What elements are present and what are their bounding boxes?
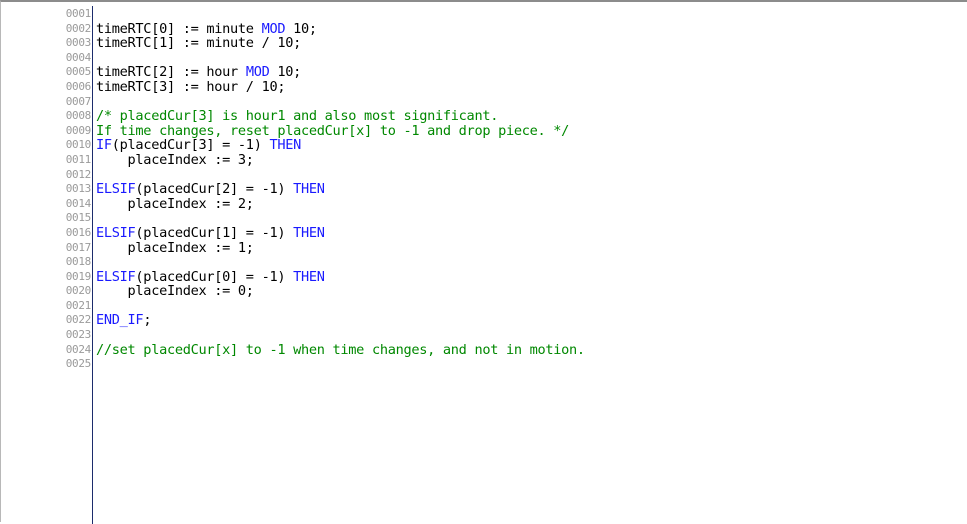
code-text[interactable]: ELSIF(placedCur[1] = -1) THEN xyxy=(96,226,325,241)
line-number: 0003 xyxy=(65,36,92,50)
code-token: timeRTC[2] := hour xyxy=(96,64,246,81)
line-number: 0005 xyxy=(65,65,92,79)
code-token: 10; xyxy=(269,64,302,81)
code-line[interactable]: 0010 IF(placedCur[3] = -1) THEN xyxy=(1,138,967,153)
line-number: 0020 xyxy=(65,284,92,298)
code-token: ; xyxy=(143,312,152,329)
code-line[interactable]: 0016 ELSIF(placedCur[1] = -1) THEN xyxy=(1,226,967,241)
keyword-token: IF xyxy=(96,137,112,154)
code-token: placeIndex := 3; xyxy=(96,151,254,168)
code-line[interactable]: 0005 timeRTC[2] := hour MOD 10; xyxy=(1,65,967,80)
line-number: 0024 xyxy=(65,342,92,356)
code-line[interactable]: 0012 xyxy=(1,168,967,183)
line-number: 0023 xyxy=(65,328,92,342)
code-text[interactable]: timeRTC[0] := minute MOD 10; xyxy=(96,20,317,37)
line-number: 0004 xyxy=(65,50,92,64)
code-text[interactable]: /* placedCur[3] is hour1 and also most s… xyxy=(96,109,498,124)
code-text[interactable]: placeIndex := 3; xyxy=(96,153,254,168)
code-token: (placedCur[1] = -1) xyxy=(135,224,294,241)
code-line[interactable]: 0018 xyxy=(1,255,967,270)
code-line[interactable]: 0002 timeRTC[0] := minute MOD 10; xyxy=(1,20,967,37)
line-number: 0022 xyxy=(65,313,92,327)
code-line[interactable]: 0015 xyxy=(1,211,967,226)
line-number: 0008 xyxy=(65,109,92,123)
line-number: 0017 xyxy=(65,240,92,254)
code-text[interactable]: ELSIF(placedCur[2] = -1) THEN xyxy=(96,182,325,197)
comment-token: If time changes, reset placedCur[x] to -… xyxy=(96,122,570,139)
keyword-token: ELSIF xyxy=(96,224,136,241)
code-line[interactable]: 0007 xyxy=(1,95,967,110)
line-number: 0007 xyxy=(65,94,92,108)
keyword-token: THEN xyxy=(293,224,325,241)
code-text[interactable]: timeRTC[1] := minute / 10; xyxy=(96,36,301,51)
code-line[interactable]: 0025 xyxy=(1,357,967,372)
code-token: 10; xyxy=(285,20,317,37)
line-number: 0016 xyxy=(65,225,92,239)
code-editor[interactable]: 0001 0002 timeRTC[0] := minute MOD 10; 0003… xyxy=(0,0,967,524)
code-line[interactable]: 0023 xyxy=(1,328,967,343)
code-line[interactable]: 0001 xyxy=(1,7,967,22)
code-text[interactable]: timeRTC[2] := hour MOD 10; xyxy=(96,65,301,80)
code-text[interactable]: If time changes, reset placedCur[x] to -… xyxy=(96,122,570,139)
line-number: 0009 xyxy=(65,123,92,137)
code-line[interactable]: 0017 placeIndex := 1; xyxy=(1,239,967,256)
line-number: 0002 xyxy=(65,21,92,35)
code-token: timeRTC[0] := minute xyxy=(96,20,262,37)
line-number: 0012 xyxy=(65,167,92,181)
code-line[interactable]: 0024 //set placedCur[x] to -1 when time c… xyxy=(1,341,967,358)
code-token: (placedCur[0] = -1) xyxy=(135,268,294,285)
line-number: 0011 xyxy=(65,152,92,166)
code-token: (placedCur[2] = -1) xyxy=(135,181,294,198)
code-text[interactable]: placeIndex := 1; xyxy=(96,239,254,256)
code-text[interactable]: placeIndex := 2; xyxy=(96,195,254,212)
comment-token: /* placedCur[3] is hour1 and also most s… xyxy=(96,108,499,125)
code-line[interactable]: 0019 ELSIF(placedCur[0] = -1) THEN xyxy=(1,268,967,285)
line-number: 0021 xyxy=(65,298,92,312)
line-number: 0001 xyxy=(65,7,92,20)
code-line[interactable]: 0022 END_IF; xyxy=(1,313,967,328)
code-text[interactable]: placeIndex := 0; xyxy=(96,284,254,299)
line-number: 0013 xyxy=(65,182,92,196)
code-token: timeRTC[3] := hour / 10; xyxy=(96,78,286,95)
line-number: 0006 xyxy=(65,79,92,93)
keyword-token: ELSIF xyxy=(96,268,136,285)
code-token: (placedCur[3] = -1) xyxy=(111,137,270,154)
code-line[interactable]: 0003 timeRTC[1] := minute / 10; xyxy=(1,36,967,51)
code-text[interactable]: timeRTC[3] := hour / 10; xyxy=(96,78,286,95)
keyword-token: THEN xyxy=(293,268,325,285)
code-line[interactable]: 0011 placeIndex := 3; xyxy=(1,153,967,168)
code-line[interactable]: 0006 timeRTC[3] := hour / 10; xyxy=(1,80,967,95)
line-number: 0014 xyxy=(65,196,92,210)
keyword-token: ELSIF xyxy=(96,181,136,198)
line-number: 0019 xyxy=(65,269,92,283)
code-line[interactable]: 0008 /* placedCur[3] is hour1 and also mo… xyxy=(1,109,967,124)
code-line[interactable]: 0004 xyxy=(1,51,967,66)
code-text[interactable]: IF(placedCur[3] = -1) THEN xyxy=(96,138,301,153)
code-text[interactable]: //set placedCur[x] to -1 when time chang… xyxy=(96,341,585,358)
code-line[interactable]: 0009 If time changes, reset placedCur[x] … xyxy=(1,122,967,139)
code-line[interactable]: 0020 placeIndex := 0; xyxy=(1,284,967,299)
line-number: 0018 xyxy=(65,255,92,269)
code-token: timeRTC[1] := minute / 10; xyxy=(96,35,301,52)
comment-token: //set placedCur[x] to -1 when time chang… xyxy=(96,341,585,358)
keyword-token: MOD xyxy=(245,64,270,81)
code-text[interactable]: ELSIF(placedCur[0] = -1) THEN xyxy=(96,268,325,285)
code-area[interactable]: 0001 0002 timeRTC[0] := minute MOD 10; 0003… xyxy=(1,7,967,372)
keyword-token: THEN xyxy=(293,181,325,198)
code-line[interactable]: 0021 xyxy=(1,299,967,314)
code-text[interactable]: END_IF; xyxy=(96,313,151,328)
code-line[interactable]: 0013 ELSIF(placedCur[2] = -1) THEN xyxy=(1,182,967,197)
keyword-token: END_IF xyxy=(96,312,144,329)
code-token: placeIndex := 2; xyxy=(96,195,254,212)
line-number: 0015 xyxy=(65,211,92,225)
code-line[interactable]: 0014 placeIndex := 2; xyxy=(1,195,967,212)
line-number: 0025 xyxy=(65,357,92,371)
code-token: placeIndex := 0; xyxy=(96,283,254,300)
code-token: placeIndex := 1; xyxy=(96,239,254,256)
keyword-token: THEN xyxy=(269,137,302,154)
line-number: 0010 xyxy=(65,138,92,152)
keyword-token: MOD xyxy=(261,20,286,37)
